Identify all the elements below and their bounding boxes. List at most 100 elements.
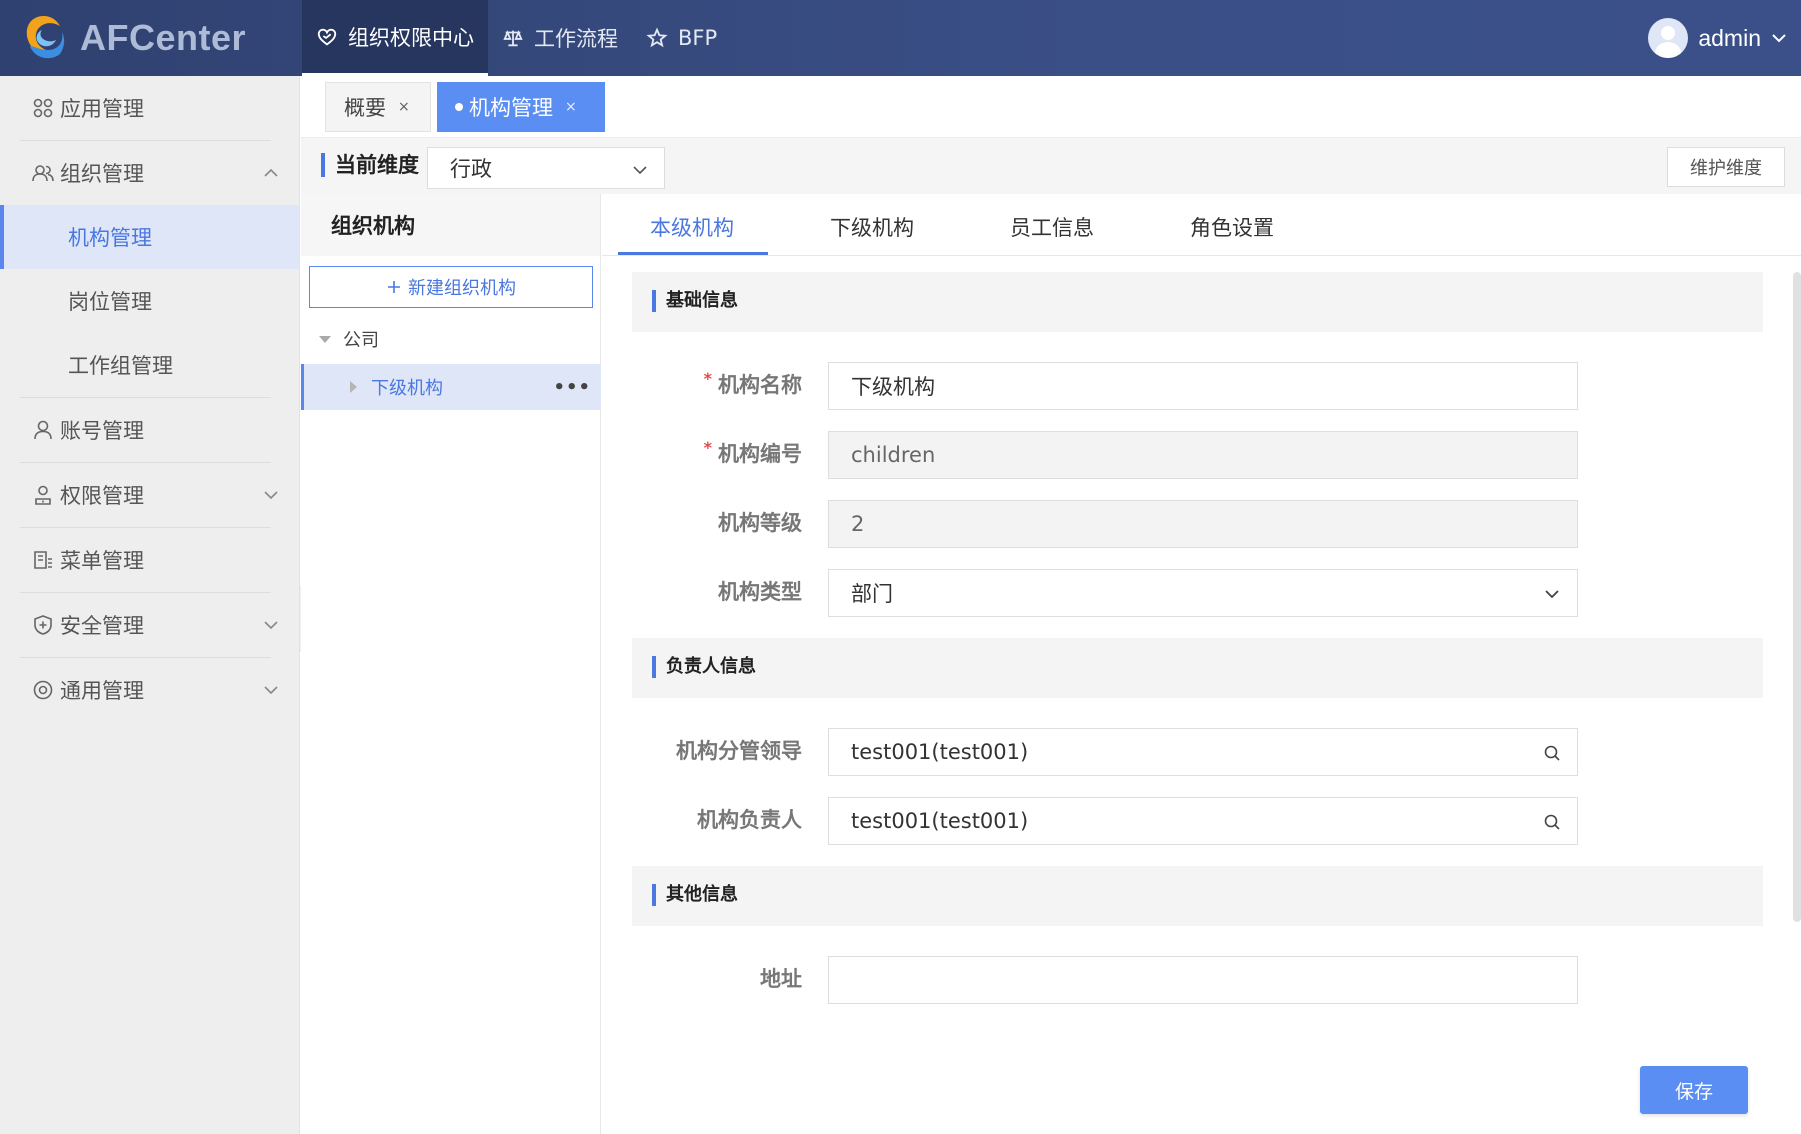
chevron-down-icon (264, 621, 278, 630)
tab-employees[interactable]: 员工信息 (1010, 212, 1094, 242)
chevron-down-icon (264, 686, 278, 695)
required-mark: * (703, 369, 712, 388)
users-icon (32, 165, 54, 182)
sidebar-item-org-structure[interactable]: 机构管理 (0, 205, 299, 269)
org-leader-input[interactable]: test001(test001) (828, 728, 1578, 776)
sidebar-item-label: 权限管理 (60, 484, 144, 508)
tab-sub-orgs[interactable]: 下级机构 (830, 212, 914, 242)
active-tab-indicator (618, 252, 768, 255)
section-basic-info: 基础信息 (632, 272, 1763, 332)
balance-scale-icon (503, 30, 523, 47)
plus-icon (388, 281, 400, 293)
more-icon[interactable]: ••• (553, 377, 591, 398)
chevron-up-icon (264, 168, 278, 177)
sidebar-item-security-mgmt[interactable]: 安全管理 (0, 593, 299, 657)
caret-down-icon[interactable] (319, 335, 331, 343)
user-lock-icon (35, 485, 51, 505)
chevron-down-icon (1545, 590, 1559, 599)
tree-node-company[interactable]: 公司 (301, 316, 601, 362)
dimension-bar: 当前维度 行政 维护维度 (301, 138, 1801, 194)
sidebar-item-label: 应用管理 (60, 97, 144, 121)
save-button[interactable]: 保存 (1640, 1066, 1748, 1114)
sidebar-item-position[interactable]: 岗位管理 (0, 269, 299, 333)
caret-right-icon[interactable] (350, 381, 357, 393)
dimension-value: 行政 (450, 157, 492, 181)
tab-overview[interactable]: 概要 × (325, 82, 431, 132)
app-brand: AFCenter (80, 17, 247, 58)
dimension-select[interactable]: 行政 (427, 147, 665, 189)
maintain-dimension-button[interactable]: 维护维度 (1667, 147, 1785, 187)
chevron-down-icon (633, 166, 647, 175)
sidebar-item-label: 菜单管理 (60, 549, 144, 573)
detail-tabs: 本级机构 下级机构 员工信息 角色设置 (602, 194, 1801, 256)
org-name-label: * 机构名称 (703, 369, 802, 397)
user-icon (34, 420, 52, 440)
active-dot-icon (455, 103, 463, 111)
nav-label: BFP (678, 26, 718, 50)
top-nav: 组织权限中心 工作流程 BFP (302, 0, 731, 76)
address-label: 地址 (760, 967, 802, 991)
section-title: 负责人信息 (652, 656, 756, 678)
heart-shield-icon (317, 28, 337, 45)
sidebar-item-label: 组织管理 (60, 162, 144, 186)
org-owner-input[interactable]: test001(test001) (828, 797, 1578, 845)
org-level-label: 机构等级 (718, 511, 802, 535)
star-icon (646, 27, 668, 48)
chevron-down-icon (264, 491, 278, 500)
sidebar-item-label: 通用管理 (60, 679, 144, 703)
nav-label: 工作流程 (534, 27, 618, 51)
top-bar: AFCenter 组织权限中心 工作流程 BFP admin (0, 0, 1801, 76)
document-list-icon (34, 551, 52, 569)
app-logo (26, 16, 65, 59)
org-type-select[interactable]: 部门 (828, 569, 1578, 617)
dimension-label: 当前维度 (321, 153, 419, 177)
shield-plus-icon (34, 615, 52, 635)
close-icon[interactable]: × (398, 99, 410, 115)
chevron-down-icon (1772, 34, 1786, 43)
org-level-input: 2 (828, 500, 1578, 548)
section-owner-info: 负责人信息 (632, 638, 1763, 698)
required-mark: * (703, 438, 712, 457)
org-owner-label: 机构负责人 (697, 808, 802, 832)
org-code-label: * 机构编号 (703, 438, 802, 466)
search-icon[interactable] (1543, 813, 1561, 831)
sidebar-item-account-mgmt[interactable]: 账号管理 (0, 398, 299, 462)
tab-current-org[interactable]: 本级机构 (650, 212, 734, 242)
org-type-label: 机构类型 (718, 580, 802, 604)
nav-label: 组织权限中心 (348, 25, 474, 50)
tab-roles[interactable]: 角色设置 (1190, 212, 1274, 242)
tab-label: 机构管理 (469, 96, 553, 120)
gear-icon (33, 680, 53, 700)
sidebar-item-app-mgmt[interactable]: 应用管理 (0, 76, 299, 140)
nav-item-org-permission[interactable]: 组织权限中心 (302, 0, 488, 76)
address-input[interactable] (828, 956, 1578, 1004)
sidebar-item-general-mgmt[interactable]: 通用管理 (0, 658, 299, 722)
grid-icon (33, 98, 53, 118)
new-org-button[interactable]: 新建组织机构 (309, 266, 593, 308)
detail-panel: 本级机构 下级机构 员工信息 角色设置 基础信息 * 机构名称 下级机构 * 机构编… (602, 194, 1801, 1134)
sidebar-item-menu-mgmt[interactable]: 菜单管理 (0, 528, 299, 592)
scrollbar[interactable] (1793, 272, 1801, 922)
tab-org-mgmt[interactable]: 机构管理 × (437, 82, 605, 132)
nav-item-bfp[interactable]: BFP (632, 0, 731, 76)
tree-node-label: 下级机构 (371, 378, 443, 399)
user-menu[interactable]: admin (1648, 18, 1787, 58)
sidebar-item-label: 安全管理 (60, 614, 144, 638)
org-code-input: children (828, 431, 1578, 479)
page-tabs: 概要 × 机构管理 × (301, 76, 1801, 138)
sidebar-item-workgroup[interactable]: 工作组管理 (0, 333, 299, 397)
section-title: 其他信息 (652, 884, 738, 906)
nav-item-workflow[interactable]: 工作流程 (488, 0, 632, 76)
search-icon[interactable] (1543, 744, 1561, 762)
tree-node-sub-org[interactable]: 下级机构 ••• (301, 364, 601, 410)
org-tree-title: 组织机构 (301, 194, 600, 256)
tab-label: 概要 (344, 96, 386, 120)
new-org-label: 新建组织机构 (408, 278, 516, 299)
org-tree-panel: 组织机构 新建组织机构 公司 下级机构 ••• (301, 194, 601, 1134)
org-name-input[interactable]: 下级机构 (828, 362, 1578, 410)
sidebar-item-permission-mgmt[interactable]: 权限管理 (0, 463, 299, 527)
sidebar: 应用管理 组织管理 机构管理 岗位管理 工作组管理 账号管理 权限管理 菜单管理 (0, 76, 300, 1134)
section-other-info: 其他信息 (632, 866, 1763, 926)
sidebar-item-org-mgmt[interactable]: 组织管理 (0, 141, 299, 205)
close-icon[interactable]: × (565, 99, 577, 115)
